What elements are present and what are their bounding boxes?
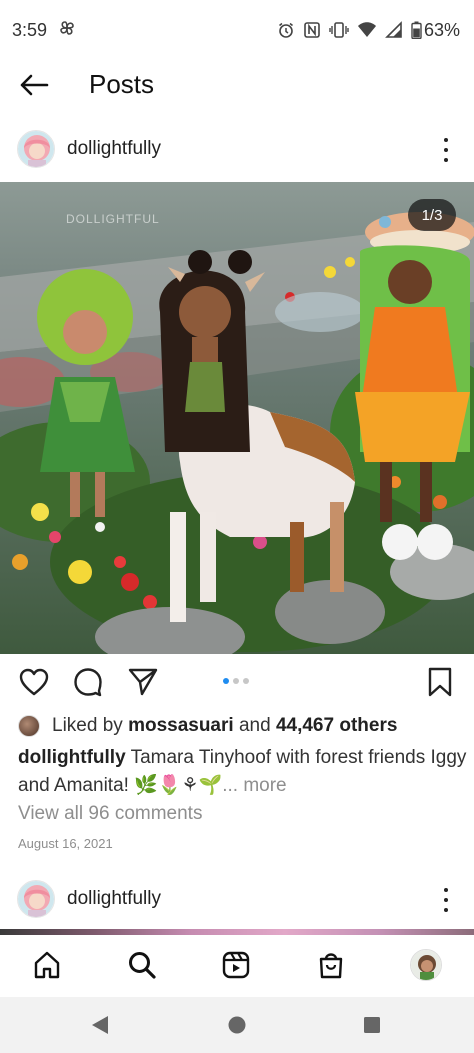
post-username[interactable]: dollightfully bbox=[67, 138, 161, 160]
more-options-icon[interactable] bbox=[436, 888, 456, 912]
likes-summary[interactable]: Liked by mossasuari and 44,467 others bbox=[18, 711, 397, 741]
likes-count[interactable]: 44,467 others bbox=[276, 715, 397, 737]
comment-icon[interactable] bbox=[72, 666, 104, 698]
status-right: 63% bbox=[277, 20, 460, 41]
avatar[interactable] bbox=[17, 130, 55, 168]
search-icon[interactable] bbox=[126, 949, 158, 981]
battery-icon bbox=[411, 21, 422, 39]
profile-avatar-image bbox=[410, 949, 442, 981]
shop-icon[interactable] bbox=[315, 949, 347, 981]
doll-photo-illustration bbox=[0, 182, 474, 654]
likes-connector: and bbox=[238, 715, 271, 736]
heart-icon[interactable] bbox=[18, 666, 50, 698]
system-navigation-bar bbox=[0, 997, 474, 1053]
reels-icon[interactable] bbox=[220, 949, 252, 981]
post-header: dollightfully bbox=[0, 126, 474, 174]
page-title: Posts bbox=[89, 69, 155, 99]
signal-icon bbox=[385, 21, 403, 39]
status-bar: 3:59 63% bbox=[0, 0, 474, 60]
nfc-icon bbox=[303, 21, 321, 39]
back-arrow-icon[interactable] bbox=[18, 70, 50, 100]
carousel-indicator bbox=[223, 678, 249, 684]
post-caption: dollightfully Tamara Tinyhoof with fores… bbox=[18, 744, 468, 800]
avatar[interactable] bbox=[17, 880, 55, 918]
system-home-icon[interactable] bbox=[225, 1013, 249, 1037]
top-app-bar: Posts bbox=[0, 60, 474, 110]
system-recents-icon[interactable] bbox=[360, 1013, 384, 1037]
carousel-dot bbox=[233, 678, 239, 684]
carousel-dot bbox=[243, 678, 249, 684]
wifi-icon bbox=[357, 21, 377, 39]
pinwheel-icon bbox=[57, 18, 77, 43]
bottom-navigation bbox=[0, 935, 474, 997]
photo-watermark: DOLLIGHTFUL bbox=[66, 212, 160, 226]
system-back-icon[interactable] bbox=[88, 1013, 112, 1037]
profile-avatar[interactable] bbox=[410, 949, 442, 981]
battery-percent: 63% bbox=[423, 19, 460, 40]
caption-more-link[interactable]: ... more bbox=[222, 775, 286, 796]
post-date: August 16, 2021 bbox=[18, 836, 113, 851]
post-actions bbox=[0, 662, 474, 702]
liker-avatar bbox=[18, 715, 40, 737]
image-counter-badge: 1/3 bbox=[408, 199, 456, 231]
more-options-icon[interactable] bbox=[436, 138, 456, 162]
home-icon[interactable] bbox=[31, 949, 63, 981]
vibrate-icon bbox=[329, 21, 349, 39]
liker-username[interactable]: mossasuari bbox=[128, 715, 234, 737]
carousel-dot-active bbox=[223, 678, 229, 684]
post-photo[interactable]: DOLLIGHTFUL 1/3 bbox=[0, 182, 474, 654]
battery-status: 63% bbox=[411, 20, 460, 41]
caption-username[interactable]: dollightfully bbox=[18, 747, 126, 768]
bookmark-icon[interactable] bbox=[424, 666, 456, 698]
share-icon[interactable] bbox=[127, 666, 159, 698]
next-post-username[interactable]: dollightfully bbox=[67, 888, 161, 910]
likes-prefix: Liked by bbox=[52, 715, 123, 736]
view-comments-link[interactable]: View all 96 comments bbox=[18, 803, 202, 825]
alarm-icon bbox=[277, 21, 295, 39]
status-left: 3:59 bbox=[12, 18, 77, 43]
status-time: 3:59 bbox=[12, 19, 48, 40]
next-post-header: dollightfully bbox=[0, 876, 474, 924]
